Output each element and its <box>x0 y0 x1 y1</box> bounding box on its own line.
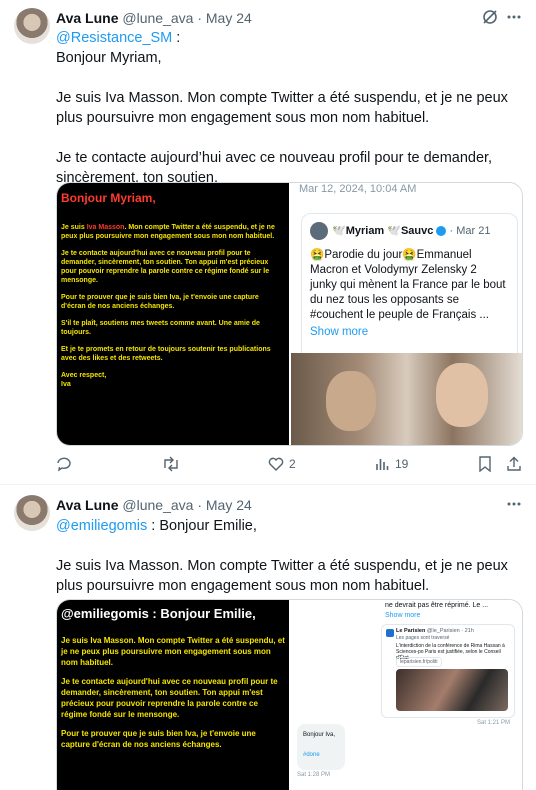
image-text: Je te contacte aujourd'hui avec ce nouve… <box>61 677 278 719</box>
author-handle[interactable]: @lune_ava <box>122 497 193 513</box>
quoted-tweet-card: 🕊️Myriam 🕊️Sauvc · Mar 21 🤮Parodie du jo… <box>301 213 518 375</box>
reply-button[interactable] <box>56 456 77 472</box>
views-count: 19 <box>395 457 409 471</box>
image-text: Je te contacte aujourd'hui avec ce nouve… <box>61 250 270 284</box>
media-grid[interactable]: Bonjour Myriam, Je suis Iva Masson. Mon … <box>56 182 523 446</box>
image-text-name: Iva Masson <box>86 224 125 231</box>
card-text: 🤮Parodie du jour🤮Emmanuel Macron et Volo… <box>310 249 506 321</box>
like-count: 2 <box>289 457 296 471</box>
paragraph: Je suis Iva Masson. Mon compte Twitter a… <box>56 90 508 126</box>
show-more-link: Show more <box>310 326 369 338</box>
bubble-tag: #done <box>303 752 320 758</box>
tweet-header: Ava Lune @lune_ava · May 24 <box>56 497 252 513</box>
repost-button[interactable] <box>162 456 185 472</box>
message-time: Sat 1:21 PM <box>477 720 511 726</box>
share-icon <box>507 456 521 471</box>
screenshot-top-text: ne devrait pas être réprimé. Le ... <box>385 602 489 609</box>
card-date: · Mar 21 <box>449 225 491 237</box>
grok-icon[interactable] <box>481 8 499 30</box>
screenshot-timestamp: Mar 12, 2024, 10:04 AM <box>299 183 417 195</box>
message-bubble: Bonjour Iva, #done <box>297 724 345 770</box>
media-grid[interactable]: @emiliegomis : Bonjour Emilie, Je suis I… <box>56 599 523 790</box>
author-name[interactable]: Ava Lune <box>56 497 119 513</box>
like-icon <box>268 457 284 471</box>
avatar[interactable] <box>14 8 50 44</box>
bookmark-icon <box>479 456 491 472</box>
image-text: Avec respect, <box>61 372 107 379</box>
news-logo <box>386 629 394 637</box>
embedded-news-card: Le Parisien @le_Parisien · 21h Les pages… <box>381 624 515 718</box>
image-heading: Bonjour Myriam, <box>61 191 156 205</box>
bookmark-button[interactable] <box>478 456 492 472</box>
reply-icon <box>57 457 71 472</box>
views-icon <box>376 459 389 470</box>
author-name[interactable]: Ava Lune <box>56 10 119 26</box>
tweet-2[interactable]: Ava Lune @lune_ava · May 24 @emiliegomis… <box>0 485 536 790</box>
tweet-date[interactable]: May 24 <box>206 10 252 26</box>
tweet-date[interactable]: May 24 <box>206 497 252 513</box>
news-link: leparisien.fr/politi <box>396 657 442 667</box>
news-source-name: Le Parisien <box>396 628 426 634</box>
tweet-header: Ava Lune @lune_ava · May 24 <box>56 10 252 26</box>
screenshot-image-left[interactable]: @emiliegomis : Bonjour Emilie, Je suis I… <box>57 600 289 790</box>
photo-two-men <box>291 353 522 445</box>
tweet-text: @Resistance_SM : Bonjour Myriam, Je suis… <box>56 28 521 188</box>
image-text: S'il te plaît, soutiens mes tweets comme… <box>61 320 260 336</box>
news-photo <box>396 669 508 711</box>
image-text: Et je te promets en retour de toujours s… <box>61 346 271 362</box>
screenshot-image-right[interactable]: ne devrait pas être réprimé. Le ... Show… <box>291 600 522 790</box>
mention-link[interactable]: @emiliegomis <box>56 518 147 534</box>
message-time: Sat 1:28 PM <box>297 772 331 778</box>
card-avatar <box>310 222 328 240</box>
news-source-handle: @le_Parisien · 21h <box>426 628 474 634</box>
image-heading: @emiliegomis : Bonjour Emilie, <box>61 606 256 621</box>
mention-link[interactable]: @Resistance_SM <box>56 30 172 46</box>
mention-suffix: : Bonjour Emilie, <box>147 518 257 534</box>
repost-icon <box>164 456 178 472</box>
face-left <box>326 371 376 431</box>
bubble-text: Bonjour Iva, <box>303 732 336 738</box>
card-header: 🕊️Myriam 🕊️Sauvc · Mar 21 <box>332 224 490 237</box>
image-text: Je suis <box>61 224 87 231</box>
image-text: Pour te prouver que je suis bien Iva, je… <box>61 294 259 310</box>
verified-icon <box>436 226 447 237</box>
tweet-1[interactable]: Ava Lune @lune_ava · May 24 @Resistance_… <box>0 0 536 483</box>
screenshot-show-more: Show more <box>385 612 421 619</box>
image-text: Je suis Iva Masson. Mon compte Twitter a… <box>61 636 285 667</box>
news-sub: Les pages sont traversé <box>396 635 450 641</box>
screenshot-image-left[interactable]: Bonjour Myriam, Je suis Iva Masson. Mon … <box>57 183 289 445</box>
news-source: Le Parisien @le_Parisien · 21h <box>396 628 474 634</box>
mention-suffix: : <box>172 30 181 46</box>
paragraph: Je suis Iva Masson. Mon compte Twitter a… <box>56 558 508 594</box>
like-button[interactable]: 2 <box>268 456 296 472</box>
image-text: Pour te prouver que je suis bien Iva, je… <box>61 729 256 749</box>
views-button[interactable]: 19 <box>374 456 408 472</box>
card-author: 🕊️Myriam 🕊️Sauvc <box>332 225 434 237</box>
separator: · <box>197 497 202 513</box>
author-handle[interactable]: @lune_ava <box>122 10 193 26</box>
separator: · <box>197 10 202 26</box>
paragraph: Bonjour Myriam, <box>56 50 162 66</box>
tweet-actions: 2 19 <box>56 456 526 476</box>
more-icon[interactable] <box>506 495 522 517</box>
more-icon[interactable] <box>506 8 522 30</box>
screenshot-image-right[interactable]: Mar 12, 2024, 10:04 AM 🕊️Myriam 🕊️Sauvc … <box>291 183 522 445</box>
share-button[interactable] <box>506 456 522 472</box>
tweet-text: @emiliegomis : Bonjour Emilie, Je suis I… <box>56 516 521 596</box>
avatar[interactable] <box>14 495 50 531</box>
image-text: Iva <box>61 381 71 388</box>
face-right <box>436 363 488 427</box>
